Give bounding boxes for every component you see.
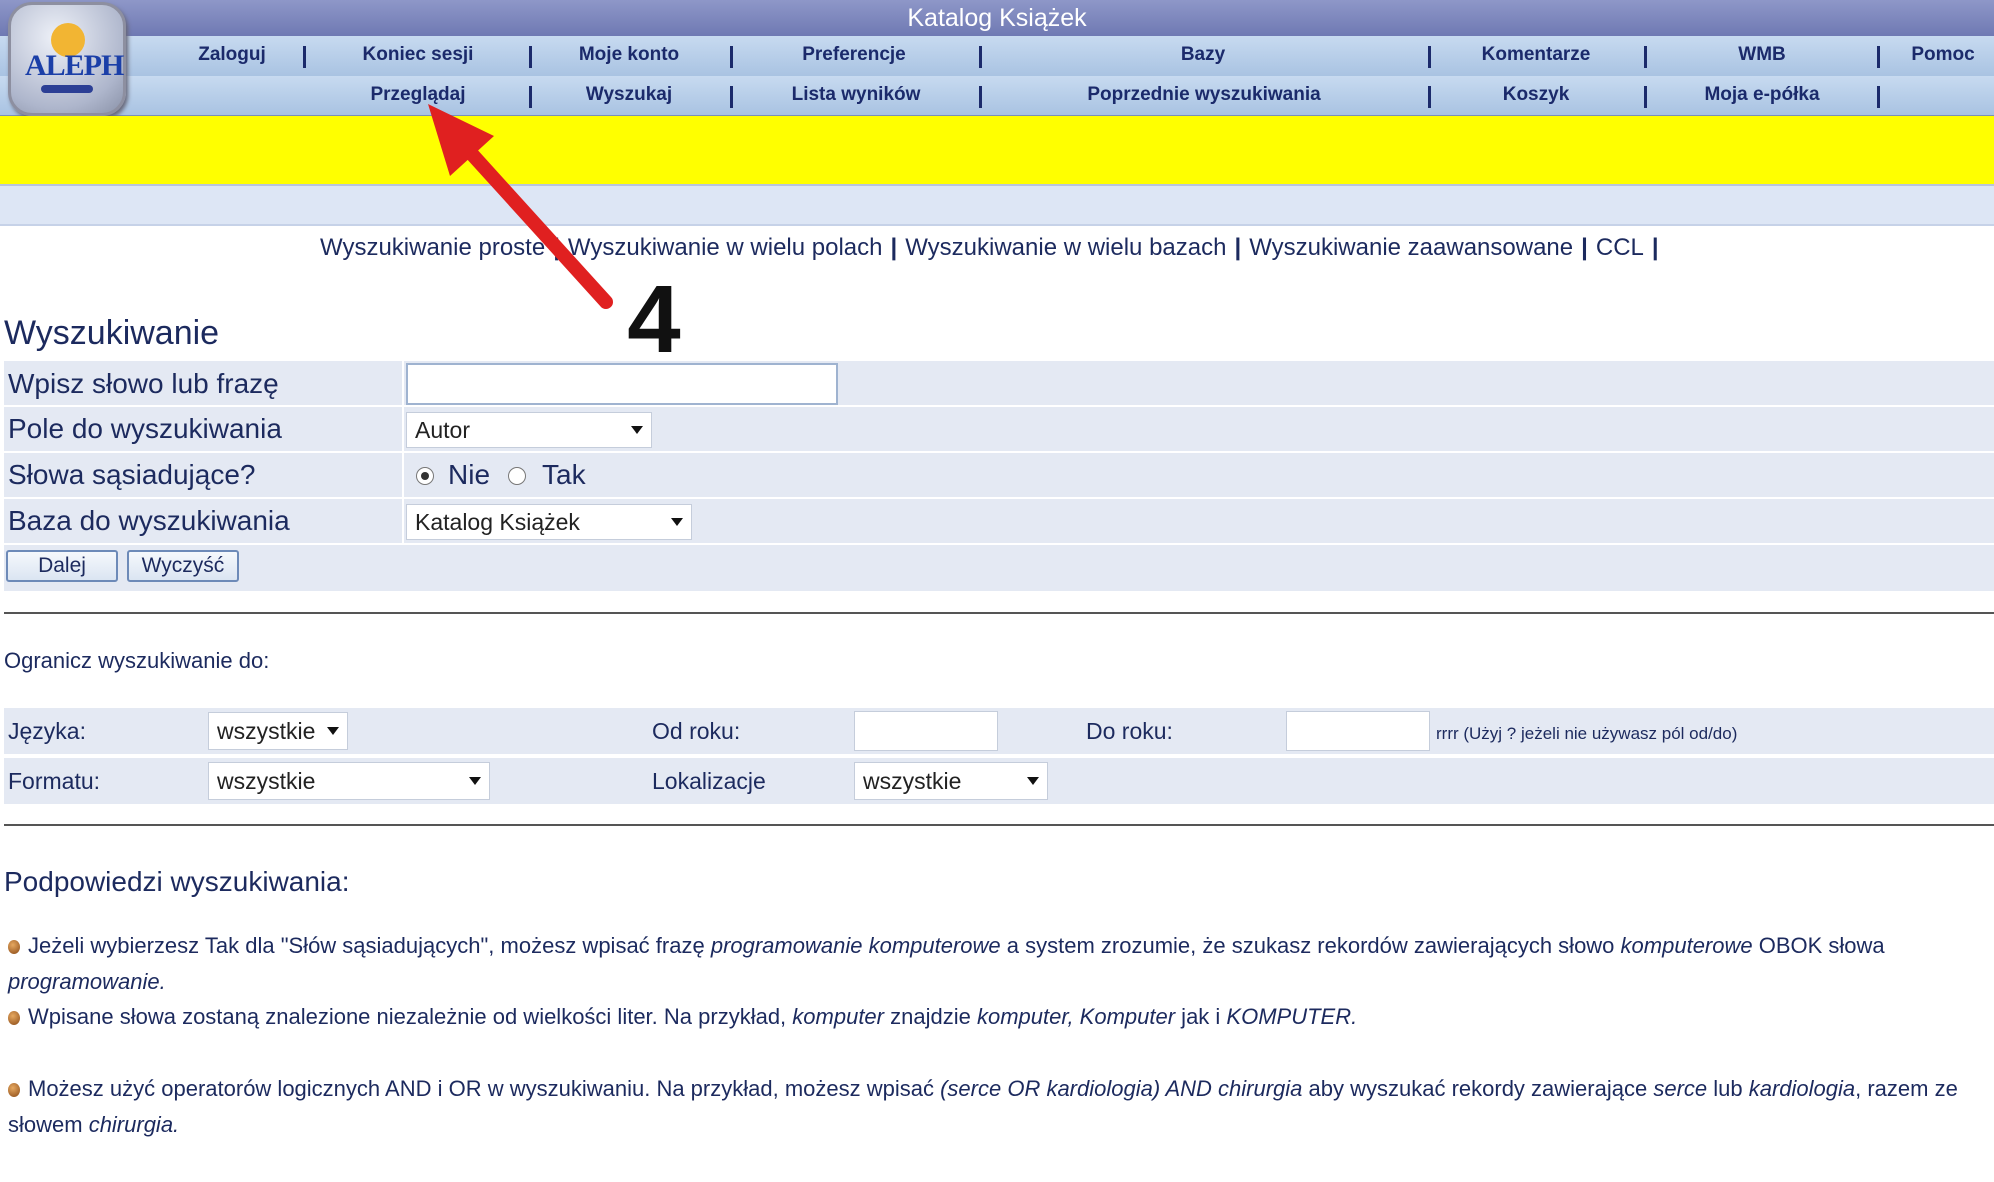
tip-item: Wpisane słowa zostaną znalezione niezale… — [8, 999, 1978, 1035]
nav-separator — [303, 46, 306, 68]
location-select[interactable]: wszystkie — [854, 762, 1048, 800]
chevron-down-icon — [631, 426, 643, 434]
tab-separator: | — [553, 234, 560, 261]
divider — [4, 824, 1994, 826]
nav-separator — [979, 86, 982, 108]
chevron-down-icon — [671, 518, 683, 526]
adjacent-yes-label: Tak — [542, 459, 586, 490]
tab-separator: | — [1581, 234, 1588, 261]
adjacent-label: Słowa sąsiadujące? — [8, 459, 256, 490]
nav-separator — [1428, 86, 1431, 108]
phrase-input[interactable] — [406, 363, 838, 405]
format-select-value: wszystkie — [217, 768, 316, 794]
limit-row-2: Formatu: wszystkie Lokalizacje wszystkie — [4, 758, 1994, 804]
catalog-title: Katalog Książek — [907, 4, 1087, 32]
nav-my-account[interactable]: Moje konto — [579, 44, 679, 66]
year-hint: rrrr (Użyj ? jeżeli nie używasz pól od/d… — [1436, 724, 1738, 743]
tab-multi-base-search[interactable]: Wyszukiwanie w wielu bazach — [905, 234, 1226, 261]
to-year-input[interactable] — [1286, 711, 1430, 751]
language-select[interactable]: wszystkie — [208, 712, 348, 750]
tab-ccl[interactable]: CCL — [1596, 234, 1644, 261]
status-strip — [0, 184, 1994, 226]
nav-separator — [979, 46, 982, 68]
nav-separator — [529, 46, 532, 68]
format-select[interactable]: wszystkie — [208, 762, 490, 800]
tips-title: Podpowiedzi wyszukiwania: — [4, 866, 350, 897]
nav-separator — [1428, 46, 1431, 68]
nav-previous-searches[interactable]: Poprzednie wyszukiwania — [1087, 84, 1320, 106]
base-label: Baza do wyszukiwania — [8, 505, 290, 536]
to-year-label: Do roku: — [1086, 718, 1173, 744]
divider — [4, 612, 1994, 614]
base-select[interactable]: Katalog Książek — [406, 504, 692, 540]
language-label: Języka: — [8, 718, 86, 744]
search-type-tabs: Wyszukiwanie proste | Wyszukiwanie w wielu… — [320, 234, 1667, 262]
nav-separator — [730, 46, 733, 68]
tab-separator: | — [890, 234, 898, 261]
adjacent-no-radio[interactable] — [416, 467, 434, 485]
nav-row-top: Zaloguj Koniec sesji Moje konto Preferen… — [0, 36, 1994, 77]
field-select-value: Autor — [415, 417, 470, 443]
nav-end-session[interactable]: Koniec sesji — [363, 44, 474, 66]
logo-book-icon — [41, 85, 93, 93]
nav-separator — [529, 86, 532, 108]
tab-advanced-search[interactable]: Wyszukiwanie zaawansowane — [1249, 234, 1573, 261]
clear-button[interactable]: Wyczyść — [127, 550, 239, 582]
tab-separator: | — [1651, 234, 1659, 261]
chevron-down-icon — [1027, 777, 1039, 785]
tip-item: Możesz użyć operatorów logicznych AND i … — [8, 1076, 1958, 1137]
nav-row-bottom: Przeglądaj Wyszukaj Lista wyników Poprze… — [0, 76, 1994, 116]
nav-my-eshelf[interactable]: Moja e-półka — [1704, 84, 1819, 106]
nav-preferences[interactable]: Preferencje — [802, 44, 906, 66]
adjacent-row: Słowa sąsiadujące? Nie Tak — [4, 453, 1994, 497]
limit-title: Ogranicz wyszukiwanie do: — [4, 648, 270, 673]
nav-separator — [1644, 86, 1647, 108]
bullet-icon — [8, 1011, 20, 1025]
nav-result-list[interactable]: Lista wyników — [792, 84, 921, 106]
format-label: Formatu: — [8, 768, 101, 794]
phrase-label: Wpisz słowo lub frazę — [8, 368, 279, 399]
field-row: Pole do wyszukiwania Autor — [4, 407, 1994, 451]
nav-basket[interactable]: Koszyk — [1503, 84, 1570, 106]
phrase-row: Wpisz słowo lub frazę — [4, 361, 1994, 405]
base-row: Baza do wyszukiwania Katalog Książek — [4, 499, 1994, 543]
nav-separator — [730, 86, 733, 108]
adjacent-no-label: Nie — [448, 459, 491, 490]
nav-separator — [1877, 86, 1880, 108]
nav-separator — [1644, 46, 1647, 68]
tab-multi-field-search[interactable]: Wyszukiwanie w wielu polach — [568, 234, 883, 261]
search-heading: Wyszukiwanie — [4, 314, 220, 352]
language-select-value: wszystkie — [217, 718, 316, 744]
field-label: Pole do wyszukiwania — [8, 413, 282, 444]
aleph-logo[interactable]: ALEPH — [8, 2, 126, 116]
title-bar: Katalog Książek — [0, 0, 1994, 36]
chevron-down-icon — [327, 727, 339, 735]
location-select-value: wszystkie — [863, 768, 962, 794]
nav-wmb[interactable]: WMB — [1738, 44, 1785, 66]
annotation-number: 4 — [627, 266, 680, 373]
bullet-icon — [8, 1083, 20, 1097]
field-select[interactable]: Autor — [406, 412, 652, 448]
base-select-value: Katalog Książek — [415, 509, 580, 535]
submit-button[interactable]: Dalej — [6, 550, 118, 582]
nav-search[interactable]: Wyszukaj — [586, 84, 672, 106]
nav-comments[interactable]: Komentarze — [1482, 44, 1591, 66]
location-label: Lokalizacje — [652, 768, 766, 794]
from-year-input[interactable] — [854, 711, 998, 751]
nav-separator — [1877, 46, 1880, 68]
tab-separator: | — [1234, 234, 1242, 261]
nav-login[interactable]: Zaloguj — [198, 44, 266, 66]
nav-databases[interactable]: Bazy — [1181, 44, 1225, 66]
message-banner — [0, 116, 1994, 184]
nav-help[interactable]: Pomoc — [1911, 44, 1974, 66]
adjacent-yes-radio[interactable] — [508, 467, 526, 485]
buttons-row: Dalej Wyczyść — [4, 545, 1994, 591]
nav-browse[interactable]: Przeglądaj — [370, 84, 465, 106]
tip-item: Jeżeli wybierzesz Tak dla "Słów sąsiaduj… — [8, 933, 1885, 994]
logo-text: ALEPH — [25, 49, 124, 82]
tab-simple-search[interactable]: Wyszukiwanie proste — [320, 234, 545, 261]
from-year-label: Od roku: — [652, 718, 741, 744]
chevron-down-icon — [469, 777, 481, 785]
bullet-icon — [8, 940, 20, 954]
